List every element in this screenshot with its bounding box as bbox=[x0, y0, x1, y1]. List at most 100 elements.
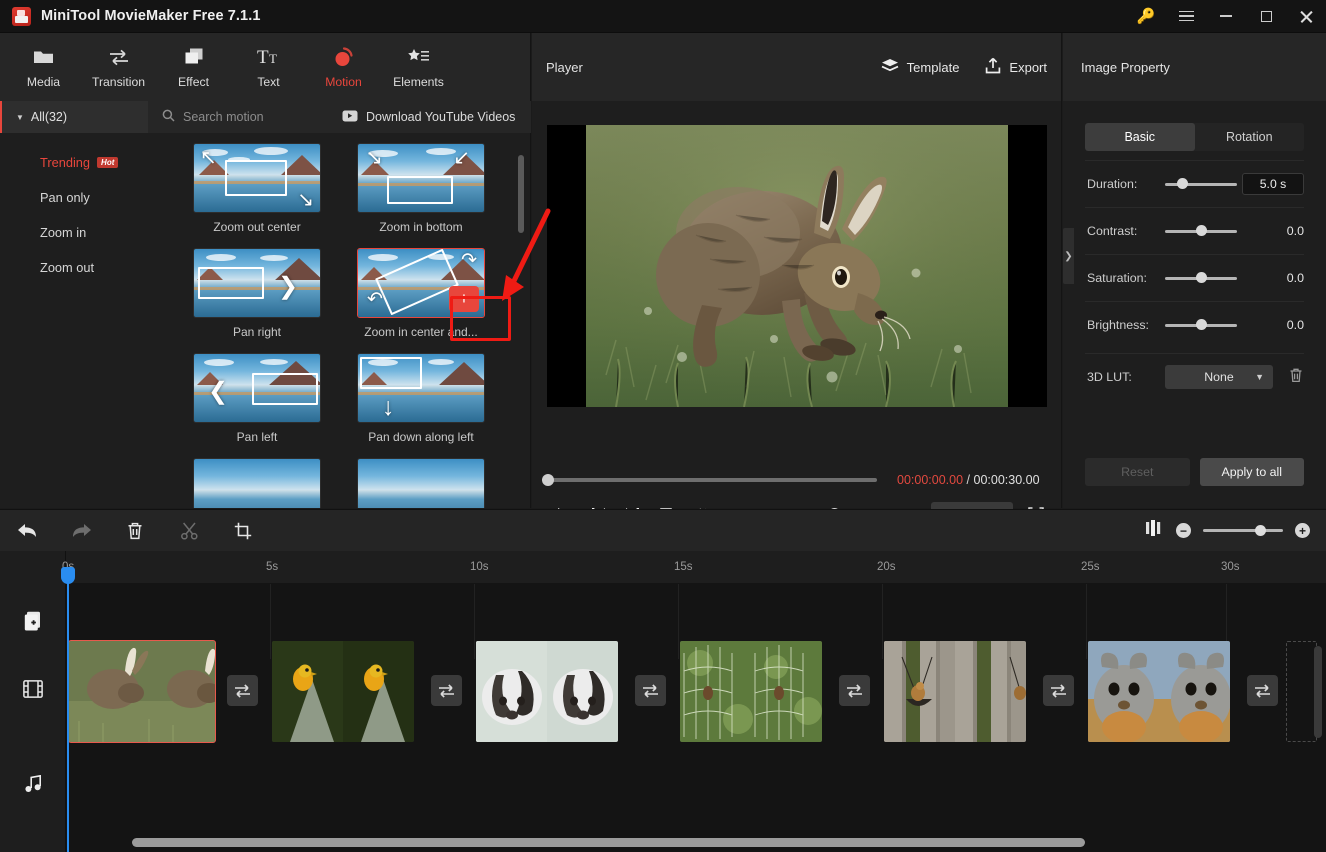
duration-slider[interactable] bbox=[1165, 178, 1237, 189]
player-preview[interactable] bbox=[547, 125, 1047, 407]
motion-card-zoom-out-center[interactable]: ↖ ↘ Zoom out center bbox=[193, 143, 321, 234]
timeline-clip-squirrel[interactable] bbox=[1088, 641, 1230, 742]
timeline-clip-birdfeeder[interactable] bbox=[884, 641, 1026, 742]
motion-card-zoom-in-center-rotate[interactable]: ↷ ↶ + Zoom in center and... bbox=[357, 248, 485, 339]
delete-lut-icon[interactable] bbox=[1289, 368, 1303, 386]
slider-handle[interactable] bbox=[1196, 319, 1207, 330]
category-list: Trending Hot Pan only Zoom in Zoom out bbox=[0, 133, 148, 508]
divider bbox=[1085, 301, 1304, 302]
seek-slider[interactable] bbox=[542, 474, 877, 486]
brightness-slider[interactable] bbox=[1165, 319, 1237, 330]
motion-card-pan-down-along-left[interactable]: ↓ Pan down along left bbox=[357, 353, 485, 444]
nav-item-elements[interactable]: Elements bbox=[381, 36, 456, 98]
timeline-clip-hare[interactable] bbox=[68, 640, 216, 743]
template-button[interactable]: Template bbox=[881, 58, 959, 77]
tab-basic[interactable]: Basic bbox=[1085, 123, 1195, 151]
search-motion-input[interactable]: Search motion bbox=[148, 101, 338, 133]
ruler-tick: 20s bbox=[877, 561, 896, 573]
motion-card-pan-right[interactable]: ❯ Pan right bbox=[193, 248, 321, 339]
timeline-zoom-slider[interactable] bbox=[1203, 524, 1283, 536]
reset-button[interactable]: Reset bbox=[1085, 458, 1190, 486]
fit-timeline-icon[interactable] bbox=[1146, 520, 1164, 541]
add-motion-button[interactable]: + bbox=[449, 286, 479, 312]
nav-item-effect[interactable]: Effect bbox=[156, 36, 231, 98]
video-track[interactable] bbox=[66, 640, 1326, 744]
timeline-zoom-controls: − + bbox=[1146, 520, 1326, 541]
track-area[interactable] bbox=[66, 584, 1326, 852]
category-zoom-in[interactable]: Zoom in bbox=[0, 215, 148, 250]
export-button[interactable]: Export bbox=[985, 57, 1047, 77]
timeline-ruler[interactable]: 0s 5s 10s 15s 20s 25s 30s bbox=[62, 551, 1326, 584]
motion-card-zoom-in-bottom[interactable]: ↘ ↙ Zoom in bottom bbox=[357, 143, 485, 234]
undo-icon[interactable] bbox=[0, 510, 54, 552]
contrast-slider[interactable] bbox=[1165, 225, 1237, 236]
arrow-left-icon: ❮ bbox=[208, 378, 229, 405]
motion-card-pan-left[interactable]: ❮ Pan left bbox=[193, 353, 321, 444]
zoom-out-button[interactable]: − bbox=[1176, 523, 1191, 538]
video-track-icon[interactable] bbox=[0, 671, 66, 707]
download-youtube-button[interactable]: Download YouTube Videos bbox=[342, 110, 515, 125]
player-title: Player bbox=[546, 59, 583, 75]
seek-handle[interactable] bbox=[542, 474, 554, 486]
add-media-icon[interactable] bbox=[0, 603, 66, 639]
library-vertical-scrollbar[interactable] bbox=[518, 155, 524, 233]
layers-icon bbox=[881, 58, 899, 77]
category-zoom-out[interactable]: Zoom out bbox=[0, 250, 148, 285]
close-icon[interactable] bbox=[1286, 0, 1326, 33]
delete-icon[interactable] bbox=[108, 510, 162, 552]
playhead-handle[interactable] bbox=[61, 567, 75, 584]
transition-button[interactable] bbox=[635, 675, 666, 706]
nav-item-transition[interactable]: Transition bbox=[81, 36, 156, 98]
maximize-icon[interactable] bbox=[1246, 0, 1286, 33]
slider-handle[interactable] bbox=[1177, 178, 1188, 189]
arrow-down-right-icon: ↘ bbox=[366, 147, 383, 169]
timeline-vertical-scrollbar[interactable] bbox=[1314, 646, 1322, 738]
audio-track-icon[interactable] bbox=[0, 766, 66, 802]
main-nav: Media Transition Effect TT Text Motion E… bbox=[0, 33, 531, 101]
category-dropdown-all[interactable]: ▼ All(32) bbox=[0, 101, 148, 133]
saturation-slider[interactable] bbox=[1165, 272, 1237, 283]
zoom-in-button[interactable]: + bbox=[1295, 523, 1310, 538]
transition-button[interactable] bbox=[431, 675, 462, 706]
motion-card-partial-1[interactable] bbox=[193, 458, 321, 508]
key-icon[interactable]: 🔑 bbox=[1126, 0, 1166, 33]
apply-to-all-button[interactable]: Apply to all bbox=[1199, 458, 1304, 486]
crop-icon[interactable] bbox=[216, 510, 270, 552]
property-row-lut: 3D LUT: None ▼ bbox=[1085, 363, 1304, 391]
scrollbar-thumb[interactable] bbox=[132, 838, 1085, 847]
transition-button[interactable] bbox=[839, 675, 870, 706]
lut-select[interactable]: None ▼ bbox=[1165, 365, 1273, 389]
slider-handle[interactable] bbox=[1196, 225, 1207, 236]
timeline-clip-spiderweb[interactable] bbox=[680, 641, 822, 742]
player-actions: Template Export bbox=[881, 57, 1047, 77]
motion-grid-scroll[interactable]: ↖ ↘ Zoom out center ↘ ↙ Zoom in bottom ❯… bbox=[148, 133, 530, 508]
timeline-clip-bird[interactable] bbox=[272, 641, 414, 742]
motion-card-partial-2[interactable] bbox=[357, 458, 485, 508]
slider-handle[interactable] bbox=[1196, 272, 1207, 283]
zoom-handle[interactable] bbox=[1255, 524, 1266, 536]
brightness-value: 0.0 bbox=[1286, 318, 1304, 332]
timeline-horizontal-scrollbar[interactable] bbox=[132, 838, 1320, 847]
empty-clip-slot[interactable] bbox=[1286, 641, 1317, 742]
transition-button[interactable] bbox=[1043, 675, 1074, 706]
timeline-clip-dog[interactable] bbox=[476, 641, 618, 742]
playhead[interactable] bbox=[61, 567, 75, 852]
nav-item-motion[interactable]: Motion bbox=[306, 36, 381, 98]
total-time: 00:00:30.00 bbox=[973, 473, 1040, 487]
menu-icon[interactable] bbox=[1166, 0, 1206, 33]
motion-frame-indicator bbox=[387, 176, 453, 204]
panel-collapse-toggle[interactable]: ❯ bbox=[1063, 228, 1074, 284]
category-trending[interactable]: Trending Hot bbox=[0, 145, 148, 180]
tab-rotation[interactable]: Rotation bbox=[1195, 123, 1305, 151]
category-pan-only[interactable]: Pan only bbox=[0, 180, 148, 215]
transition-button[interactable] bbox=[227, 675, 258, 706]
minimize-icon[interactable] bbox=[1206, 0, 1246, 33]
redo-icon bbox=[54, 510, 108, 552]
timeline-toolbar: − + bbox=[0, 509, 1326, 551]
duration-value[interactable]: 5.0 s bbox=[1242, 173, 1304, 195]
nav-item-text[interactable]: TT Text bbox=[231, 36, 306, 98]
nav-item-media[interactable]: Media bbox=[6, 36, 81, 98]
app-logo-icon bbox=[12, 6, 31, 26]
ruler-tick: 15s bbox=[674, 561, 693, 573]
transition-button[interactable] bbox=[1247, 675, 1278, 706]
